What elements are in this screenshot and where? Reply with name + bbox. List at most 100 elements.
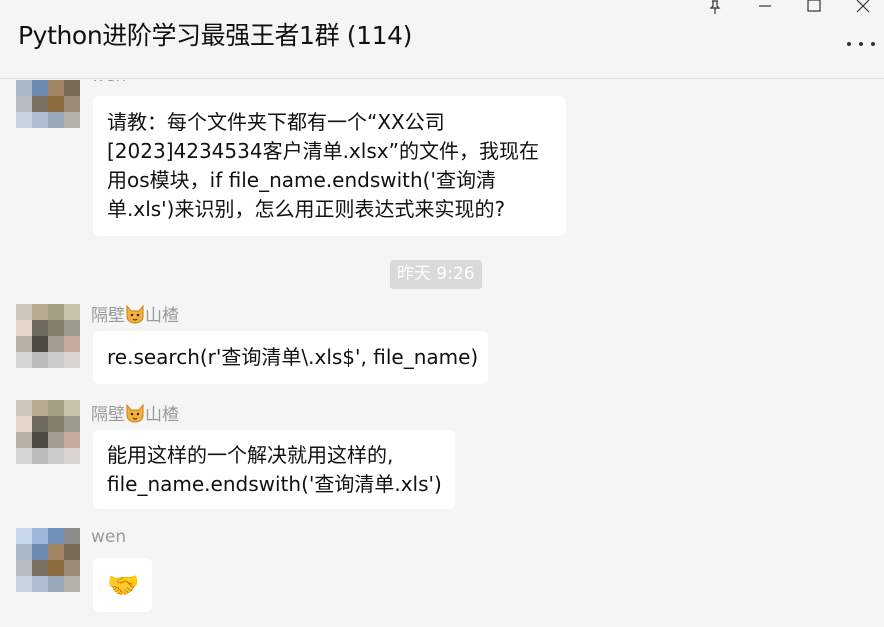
avatar-pixel xyxy=(32,112,48,128)
avatar-pixel xyxy=(48,304,64,320)
avatar-pixel xyxy=(64,304,80,320)
avatar[interactable] xyxy=(16,304,80,368)
sender-name-prefix: 隔壁 xyxy=(91,405,125,425)
avatar-pixel xyxy=(16,96,32,112)
avatar-pixel xyxy=(16,320,32,336)
avatar-pixel xyxy=(48,576,64,592)
maximize-icon xyxy=(807,0,821,12)
message-bubble[interactable]: re.search(r'查询清单\.xls$', file_name) xyxy=(93,331,488,384)
close-icon xyxy=(856,0,870,13)
chat-title: Python进阶学习最强王者1群 (114) xyxy=(18,21,412,50)
minimize-button[interactable] xyxy=(750,0,780,14)
more-icon-dot xyxy=(859,42,863,46)
avatar-pixel xyxy=(48,528,64,544)
message-line: 用os模块，if file_name.endswith('查询清 xyxy=(107,168,496,192)
avatar-pixel xyxy=(64,416,80,432)
avatar-pixel xyxy=(16,528,32,544)
avatar-pixel xyxy=(48,560,64,576)
avatar-pixel xyxy=(48,352,64,368)
sender-name: 隔壁 山楂 xyxy=(91,400,179,425)
avatar-pixel xyxy=(64,80,80,96)
avatar-pixel xyxy=(16,544,32,560)
pin-button[interactable] xyxy=(700,0,730,14)
cat-emoji xyxy=(126,403,144,423)
chat-header: Python进阶学习最强王者1群 (114) xyxy=(0,0,884,79)
more-icon xyxy=(847,42,851,46)
avatar-pixel xyxy=(32,400,48,416)
avatar-pixel xyxy=(32,96,48,112)
more-icon-dot xyxy=(871,42,875,46)
more-button[interactable] xyxy=(847,38,875,50)
avatar[interactable] xyxy=(16,528,80,592)
message-bubble[interactable]: 能用这样的一个解决就用这样的, file_name.endswith('查询清单… xyxy=(93,430,455,509)
avatar-pixel xyxy=(64,544,80,560)
avatar-pixel xyxy=(32,432,48,448)
avatar-pixel xyxy=(32,528,48,544)
sender-name: 隔壁 山楂 xyxy=(91,301,179,326)
avatar-pixel xyxy=(32,576,48,592)
avatar-pixel xyxy=(32,544,48,560)
avatar-pixel xyxy=(48,416,64,432)
avatar-pixel xyxy=(48,320,64,336)
avatar-pixel xyxy=(16,560,32,576)
avatar-pixel xyxy=(32,560,48,576)
handshake-emoji: 🤝 xyxy=(107,571,140,601)
avatar-pixel xyxy=(64,336,80,352)
maximize-button[interactable] xyxy=(799,0,829,14)
sender-name-suffix: 山楂 xyxy=(145,405,179,425)
avatar-pixel xyxy=(16,352,32,368)
close-button[interactable] xyxy=(848,0,878,14)
avatar-pixel xyxy=(64,320,80,336)
message-bubble[interactable]: 请教：每个文件夹下都有一个“XX公司 [2023]4234534客户清单.xls… xyxy=(93,96,566,236)
message-list[interactable]: wen 请教：每个文件夹下都有一个“XX公司 [2023]4234534客户清单… xyxy=(0,80,884,627)
avatar-pixel xyxy=(32,304,48,320)
avatar-pixel xyxy=(16,448,32,464)
message-line: re.search(r'查询清单\.xls$', file_name) xyxy=(107,345,479,369)
avatar-pixel xyxy=(48,96,64,112)
avatar[interactable] xyxy=(16,400,80,464)
avatar-pixel xyxy=(16,416,32,432)
avatar-pixel xyxy=(64,400,80,416)
message-line: file_name.endswith('查询清单.xls') xyxy=(107,472,442,496)
avatar-pixel xyxy=(16,432,32,448)
avatar-pixel xyxy=(48,448,64,464)
avatar[interactable] xyxy=(16,80,80,128)
avatar-pixel xyxy=(16,112,32,128)
avatar-pixel xyxy=(48,400,64,416)
message-line: 请教：每个文件夹下都有一个“XX公司 xyxy=(107,110,445,134)
avatar-pixel xyxy=(64,352,80,368)
avatar-pixel xyxy=(32,448,48,464)
avatar-pixel xyxy=(48,544,64,560)
avatar-pixel xyxy=(16,80,32,96)
minimize-icon xyxy=(759,5,771,7)
avatar-pixel xyxy=(64,576,80,592)
avatar-pixel xyxy=(32,336,48,352)
avatar-pixel xyxy=(32,416,48,432)
avatar-pixel xyxy=(64,448,80,464)
avatar-pixel xyxy=(32,320,48,336)
avatar-pixel xyxy=(48,80,64,96)
sender-name-suffix: 山楂 xyxy=(145,306,179,326)
avatar-pixel xyxy=(64,528,80,544)
avatar-pixel xyxy=(64,112,80,128)
message-line: 能用这样的一个解决就用这样的, xyxy=(107,443,394,467)
avatar-pixel xyxy=(64,432,80,448)
avatar-pixel xyxy=(32,80,48,96)
avatar-pixel xyxy=(16,336,32,352)
sender-name: wen xyxy=(91,527,127,547)
message-line: 单.xls')来识别，怎么用正则表达式来实现的? xyxy=(107,197,506,221)
message-line: [2023]4234534客户清单.xlsx”的文件，我现在 xyxy=(107,139,539,163)
avatar-pixel xyxy=(32,352,48,368)
sender-name-prefix: 隔壁 xyxy=(91,306,125,326)
avatar-pixel xyxy=(16,304,32,320)
avatar-pixel xyxy=(64,560,80,576)
pin-icon xyxy=(709,0,721,14)
avatar-pixel xyxy=(48,432,64,448)
avatar-pixel xyxy=(48,336,64,352)
sender-name: wen xyxy=(91,80,126,86)
timestamp: 昨天 9:26 xyxy=(390,260,482,289)
avatar-pixel xyxy=(16,400,32,416)
cat-emoji xyxy=(126,304,144,324)
avatar-pixel xyxy=(64,96,80,112)
avatar-pixel xyxy=(16,576,32,592)
